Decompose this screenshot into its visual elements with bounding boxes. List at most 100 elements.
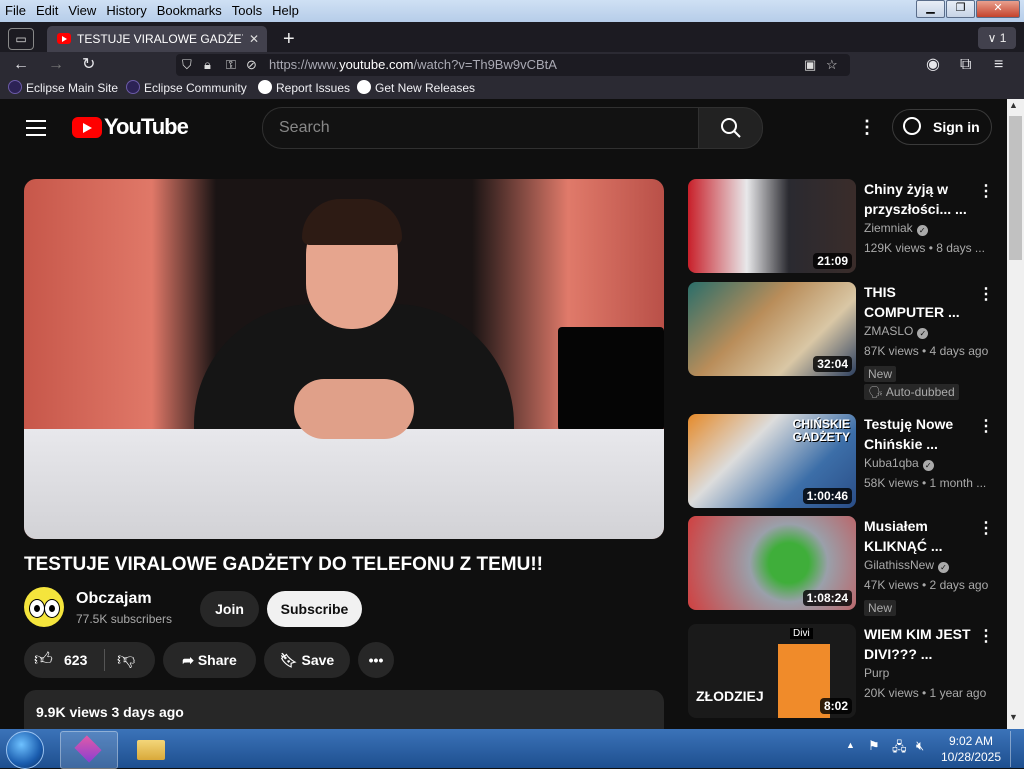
youtube-logo-text[interactable]: YouTube: [104, 114, 189, 140]
scroll-down-icon[interactable]: ▼: [1009, 712, 1018, 722]
recommendation-title[interactable]: THIS COMPUTER ...: [864, 282, 974, 322]
permissions-icon[interactable]: ⚿: [226, 54, 236, 76]
close-window-button[interactable]: ✕: [976, 0, 1020, 18]
search-button[interactable]: [698, 107, 763, 149]
tab-close-icon[interactable]: ✕: [249, 26, 259, 52]
settings-more-icon[interactable]: ⋮: [858, 117, 876, 137]
reader-view-icon[interactable]: ▣: [804, 54, 816, 76]
video-thumbnail[interactable]: Divi ZŁODZIEJ 8:02: [688, 624, 856, 718]
recommendation-channel[interactable]: ZMASLO ✓: [864, 324, 929, 339]
recommendation-title[interactable]: Chiny żyją w przyszłości... ...: [864, 179, 974, 219]
youtube-logo-icon[interactable]: [72, 117, 102, 138]
share-label: Share: [197, 652, 237, 668]
video-thumbnail[interactable]: 21:09: [688, 179, 856, 273]
tab-groups-icon[interactable]: ▭: [8, 28, 34, 50]
avatar-eye-icon: [44, 599, 60, 618]
folder-icon: [137, 740, 165, 760]
user-icon: [903, 117, 921, 135]
bookmark-report-issues[interactable]: Report Issues: [258, 77, 350, 99]
hamburger-menu-icon[interactable]: ≡: [994, 52, 1003, 77]
sign-in-button[interactable]: Sign in: [892, 109, 992, 145]
minimize-button[interactable]: ▁: [916, 0, 945, 18]
menu-tools[interactable]: Tools: [227, 0, 267, 20]
recommendation-item[interactable]: CHIŃSKIE GADŻETY 1:00:46 Testuję Nowe Ch…: [688, 414, 994, 509]
new-tab-button[interactable]: +: [283, 26, 295, 52]
thumbs-up-icon[interactable]: 👍︎: [34, 648, 53, 670]
search-input[interactable]: [277, 108, 681, 148]
bookmark-label: Get New Releases: [375, 81, 476, 95]
share-button[interactable]: ➦ Share: [163, 642, 256, 678]
recommendation-channel[interactable]: Ziemniak ✓: [864, 221, 928, 236]
shield-icon[interactable]: ⛉: [182, 54, 192, 76]
autoplay-blocked-icon[interactable]: ⊘: [246, 54, 257, 76]
channel-avatar[interactable]: [24, 587, 64, 627]
address-bar[interactable]: ⛉ 🔒︎ ⚿ ⊘ https://www.youtube.com/watch?v…: [176, 54, 850, 76]
recommendation-title[interactable]: Musiałem KLIKNĄĆ ...: [864, 516, 974, 556]
action-center-icon[interactable]: ⚑: [868, 738, 880, 754]
menu-history[interactable]: History: [101, 0, 151, 20]
bookmark-label: Eclipse Community: [144, 81, 247, 95]
menu-bookmarks[interactable]: Bookmarks: [152, 0, 227, 20]
menu-view[interactable]: View: [63, 0, 101, 20]
recommendation-title[interactable]: WIEM KIM JEST DIVI??? ...: [864, 624, 974, 664]
channel-name[interactable]: Obczajam: [76, 590, 152, 608]
video-thumbnail[interactable]: CHIŃSKIE GADŻETY 1:00:46: [688, 414, 856, 508]
video-thumbnail[interactable]: 32:04: [688, 282, 856, 376]
recommendation-channel[interactable]: GilathissNew ✓: [864, 558, 950, 573]
tab-count: 1: [999, 31, 1007, 45]
network-icon[interactable]: 🖧︎: [892, 738, 907, 760]
recommendation-item[interactable]: Divi ZŁODZIEJ 8:02 WIEM KIM JEST DIVI???…: [688, 624, 994, 719]
taskbar-explorer-button[interactable]: [122, 731, 180, 769]
start-button-icon[interactable]: [6, 731, 44, 769]
thumbs-down-icon[interactable]: 👎︎: [117, 648, 135, 670]
scroll-up-icon[interactable]: ▲: [1009, 100, 1018, 110]
forward-arrow-icon[interactable]: →: [48, 52, 64, 77]
maximize-button[interactable]: ❐: [946, 0, 975, 18]
tab-title: TESTUJE VIRALOWE GADŻETY D: [77, 32, 243, 46]
bookmark-eclipse-main[interactable]: Eclipse Main Site: [8, 77, 118, 99]
menu-edit[interactable]: Edit: [31, 0, 63, 20]
show-hidden-icons-icon[interactable]: ▲: [846, 740, 855, 750]
url-text[interactable]: https://www.youtube.com/watch?v=Th9Bw9vC…: [269, 54, 557, 76]
more-options-icon[interactable]: ⋮: [978, 284, 994, 304]
more-options-icon[interactable]: ⋮: [978, 518, 994, 538]
extensions-icon[interactable]: ⧉: [960, 52, 971, 77]
more-options-icon[interactable]: ⋮: [978, 416, 994, 436]
recommendation-channel[interactable]: Kuba1qba ✓: [864, 456, 934, 471]
taskbar-browser-button[interactable]: [60, 731, 118, 769]
like-count[interactable]: 623: [64, 652, 87, 668]
reload-icon[interactable]: ↻: [82, 52, 95, 77]
show-desktop-button[interactable]: [1010, 731, 1023, 767]
bookmark-eclipse-community[interactable]: Eclipse Community: [126, 77, 247, 99]
join-button[interactable]: Join: [200, 591, 259, 627]
duration-badge: 8:02: [819, 698, 852, 714]
more-options-icon[interactable]: ⋮: [978, 626, 994, 646]
more-actions-button[interactable]: •••: [358, 642, 394, 678]
bookmark-star-icon[interactable]: ☆: [826, 54, 838, 76]
bookmark-get-new-releases[interactable]: Get New Releases: [357, 77, 475, 99]
volume-muted-icon[interactable]: 🔇︎: [916, 738, 924, 754]
account-icon[interactable]: ◉: [926, 52, 940, 77]
tab-list-button[interactable]: ∨ 1: [978, 27, 1016, 49]
description-box[interactable]: 9.9K views 3 days ago: [24, 690, 664, 730]
guide-menu-icon[interactable]: [26, 120, 46, 136]
save-button[interactable]: 🔖︎ Save: [264, 642, 350, 678]
video-thumbnail[interactable]: 1:08:24: [688, 516, 856, 610]
recommendation-item[interactable]: 21:09 Chiny żyją w przyszłości... ... Zi…: [688, 179, 994, 274]
recommendation-item[interactable]: 1:08:24 Musiałem KLIKNĄĆ ... GilathissNe…: [688, 516, 994, 616]
subscribe-button[interactable]: Subscribe: [267, 591, 362, 627]
menu-file[interactable]: File: [0, 0, 31, 20]
back-arrow-icon[interactable]: ←: [13, 52, 29, 77]
recommendation-channel[interactable]: Purp: [864, 666, 889, 680]
menu-help[interactable]: Help: [267, 0, 304, 20]
scrollbar-thumb[interactable]: [1009, 116, 1022, 260]
system-clock[interactable]: 9:02 AM 10/28/2025: [940, 733, 1002, 765]
recommendation-item[interactable]: 32:04 THIS COMPUTER ... ZMASLO ✓ 87K view…: [688, 282, 994, 402]
lock-icon[interactable]: 🔒︎: [204, 54, 211, 76]
search-box: [262, 107, 699, 149]
video-player[interactable]: [24, 179, 664, 539]
channel-label: ZMASLO: [864, 324, 914, 338]
tab-active[interactable]: TESTUJE VIRALOWE GADŻETY D ✕: [47, 26, 267, 52]
more-options-icon[interactable]: ⋮: [978, 181, 994, 201]
recommendation-title[interactable]: Testuję Nowe Chińskie ...: [864, 414, 974, 454]
